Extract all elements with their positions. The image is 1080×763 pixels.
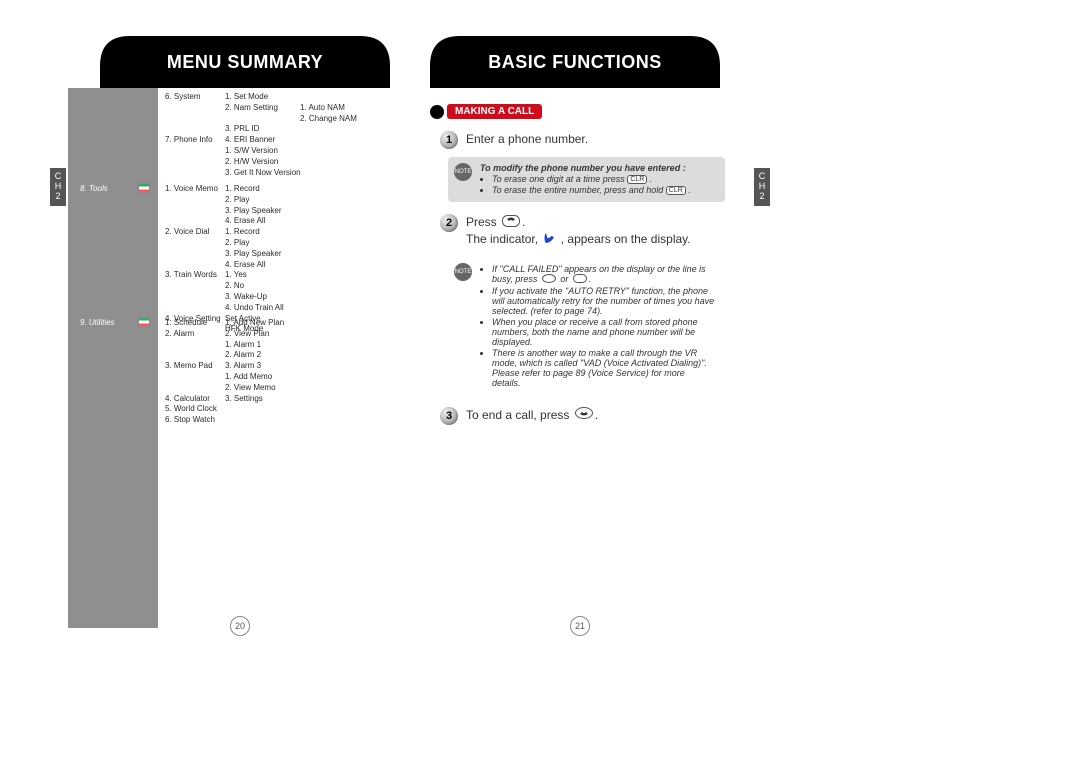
category-tools: 8. Tools — [80, 184, 108, 193]
utilities-icon — [138, 317, 150, 327]
step-number-1: 1 — [440, 131, 458, 149]
step-1: 1 Enter a phone number. — [440, 131, 725, 149]
page-number-right: 21 — [570, 616, 590, 636]
page-number-left: 20 — [230, 616, 250, 636]
send-key-icon-small — [571, 274, 589, 285]
note-icon: NOTE — [454, 163, 472, 181]
step-number-2: 2 — [440, 214, 458, 232]
menu-col-2c: 1. Add New Plan 2. View Plan 1. Alarm 1 … — [225, 318, 284, 404]
note-box-1: NOTE To modify the phone number you have… — [448, 157, 725, 202]
left-page: C H 2 MENU SUMMARY 8. Tools 9. Utilities… — [50, 36, 410, 636]
chapter-tab-right: C H 2 — [754, 168, 770, 206]
note2-item-4: There is another way to make a call thro… — [492, 348, 715, 388]
section-bullet-icon — [430, 105, 444, 119]
step-number-3: 3 — [440, 407, 458, 425]
end-key-icon-small — [540, 274, 558, 285]
category-utilities: 9. Utilities — [80, 318, 115, 327]
menu-col-1a: 6. System 7. Phone Info — [165, 92, 213, 146]
section-pill: MAKING A CALL — [447, 104, 542, 119]
step-3-text: To end a call, press . — [466, 407, 725, 424]
page-title-right: BASIC FUNCTIONS — [488, 52, 662, 73]
key-clr-1: CLR — [627, 175, 647, 184]
menu-col-3a: 1. Auto NAM 2. Change NAM — [300, 92, 357, 124]
note2-item-1: If "CALL FAILED" appears on the display … — [492, 264, 715, 285]
note1-item-2: To erase the entire number, press and ho… — [492, 185, 715, 195]
title-bar-left: MENU SUMMARY — [100, 36, 390, 88]
key-clr-2: CLR — [666, 186, 686, 195]
note1-item-1: To erase one digit at a time press CLR . — [492, 174, 715, 184]
note2-item-3: When you place or receive a call from st… — [492, 317, 715, 347]
step-2: 2 Press . The indicator, , appears on th… — [440, 214, 725, 248]
end-key-icon — [573, 407, 595, 424]
manual-spread: C H 2 MENU SUMMARY 8. Tools 9. Utilities… — [50, 36, 770, 636]
page-title-left: MENU SUMMARY — [167, 52, 323, 73]
chapter-tab-left: C H 2 — [50, 168, 66, 206]
step-1-text: Enter a phone number. — [466, 131, 725, 148]
note-icon-2: NOTE — [454, 263, 472, 281]
content-area: MAKING A CALL 1 Enter a phone number. NO… — [430, 104, 725, 429]
right-page: C H 2 BASIC FUNCTIONS MAKING A CALL 1 En… — [410, 36, 770, 636]
menu-col-2b: 1. Record 2. Play 3. Play Speaker 4. Era… — [225, 184, 284, 335]
menu-col-1c: 1. Schedule 2. Alarm 3. Memo Pad 4. Calc… — [165, 318, 217, 426]
step-2-text: Press . The indicator, , appears on the … — [466, 214, 725, 248]
category-sidebar: 8. Tools 9. Utilities — [68, 88, 158, 628]
menu-col-1b: 1. Voice Memo 2. Voice Dial 3. Train Wor… — [165, 184, 221, 324]
title-bar-right: BASIC FUNCTIONS — [430, 36, 720, 88]
call-indicator-icon — [541, 232, 557, 249]
menu-col-2a: 1. Set Mode 2. Nam Setting 3. PRL ID 4. … — [225, 92, 301, 178]
note2-item-2: If you activate the "AUTO RETRY" functio… — [492, 286, 715, 316]
step-3: 3 To end a call, press . — [440, 407, 725, 425]
note1-title: To modify the phone number you have ente… — [480, 163, 715, 173]
tools-icon — [138, 183, 150, 193]
section-heading: MAKING A CALL — [430, 104, 725, 119]
note-box-2: NOTE If "CALL FAILED" appears on the dis… — [448, 257, 725, 395]
send-key-icon — [500, 215, 522, 232]
